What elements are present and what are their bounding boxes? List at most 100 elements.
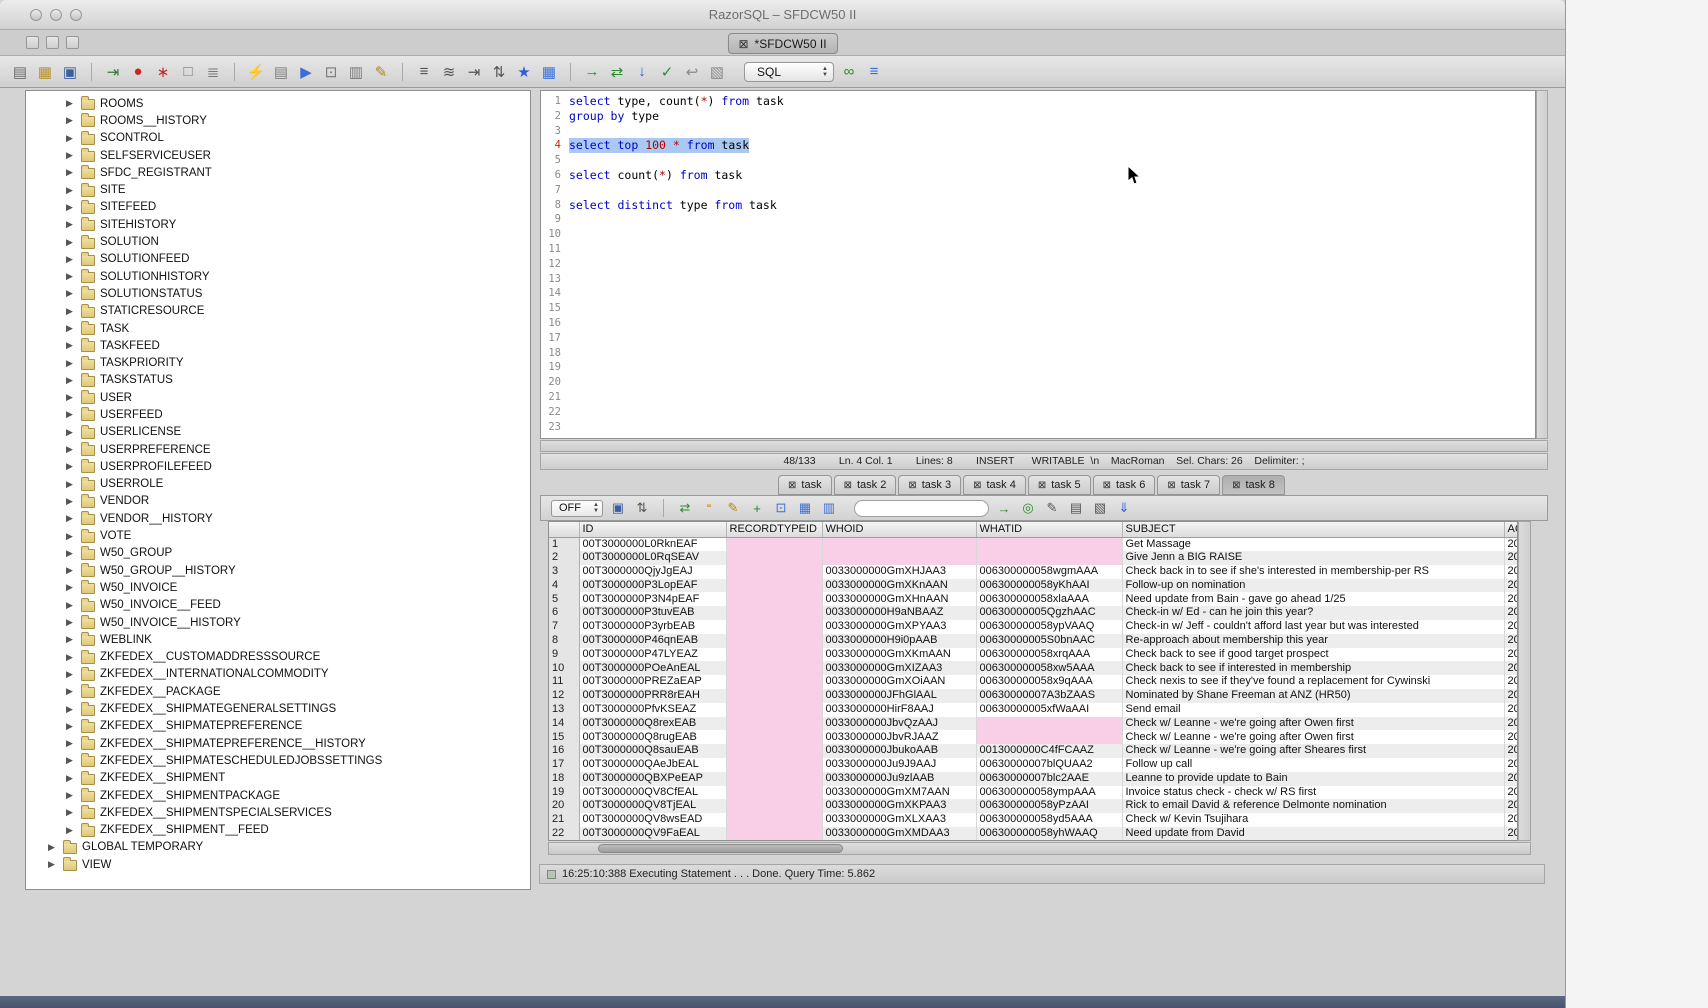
- table-cell[interactable]: 00T3000000POeAnEAL: [579, 661, 726, 675]
- filter-icon[interactable]: ⇅: [633, 499, 651, 517]
- table-cell[interactable]: [726, 758, 822, 772]
- disclosure-triangle-icon[interactable]: ▶: [48, 842, 58, 853]
- result-tab[interactable]: ⊠task 5: [1028, 475, 1091, 495]
- table-cell[interactable]: 0033000000JbvRJAAZ: [822, 730, 976, 744]
- results-grid[interactable]: IDRECORDTYPEIDWHOIDWHATIDSUBJECTAC 100T3…: [548, 521, 1518, 841]
- editor-line[interactable]: 9: [541, 212, 1535, 227]
- describe-icon[interactable]: ≡: [864, 62, 884, 82]
- table-cell[interactable]: 0033000000Ju9J9AAJ: [822, 758, 976, 772]
- result-tab[interactable]: ⊠task 7: [1157, 475, 1220, 495]
- editor-line[interactable]: 16: [541, 316, 1535, 331]
- result-tab[interactable]: ⊠task: [778, 475, 832, 495]
- disconnect-icon[interactable]: ●: [128, 62, 148, 82]
- table-cell[interactable]: 00T3000000P3yrbEAB: [579, 620, 726, 634]
- table-cell[interactable]: Follow up call: [1122, 758, 1504, 772]
- table-cell[interactable]: Check-in w/ Ed - can he join this year?: [1122, 606, 1504, 620]
- tree-item[interactable]: ▶VENDOR__HISTORY: [26, 510, 530, 527]
- table-cell[interactable]: [726, 772, 822, 786]
- table-cell[interactable]: [726, 689, 822, 703]
- table-cell[interactable]: 200: [1504, 786, 1518, 800]
- quote-icon[interactable]: “: [700, 499, 718, 517]
- tree-item[interactable]: ▶W50_INVOICE__FEED: [26, 597, 530, 614]
- table-cell[interactable]: Check w/ Leanne - we're going after Owen…: [1122, 730, 1504, 744]
- tree-item[interactable]: ▶GLOBAL TEMPORARY: [26, 839, 530, 856]
- table-cell[interactable]: 006300000058xw5AAA: [976, 661, 1122, 675]
- tree-item[interactable]: ▶ZKFEDEX__SHIPMENT: [26, 770, 530, 787]
- table-cell[interactable]: Follow-up on nomination: [1122, 579, 1504, 593]
- tree-item[interactable]: ▶SITEFEED: [26, 199, 530, 216]
- fetch-icon[interactable]: ↓: [632, 62, 652, 82]
- table-cell[interactable]: [726, 675, 822, 689]
- disclosure-triangle-icon[interactable]: ▶: [66, 167, 76, 178]
- magnifier-icon[interactable]: ◎: [1019, 499, 1037, 517]
- table-cell[interactable]: 00T3000000L0RknEAF: [579, 537, 726, 551]
- table-cell[interactable]: Check nexis to see if they've found a re…: [1122, 675, 1504, 689]
- table-cell[interactable]: [726, 799, 822, 813]
- table-cell[interactable]: 200: [1504, 772, 1518, 786]
- result-tab[interactable]: ⊠task 3: [898, 475, 961, 495]
- table-cell[interactable]: 200: [1504, 648, 1518, 662]
- table-cell[interactable]: 00T3000000P3N4pEAF: [579, 592, 726, 606]
- disclosure-triangle-icon[interactable]: ▶: [66, 271, 76, 282]
- table-cell[interactable]: 0033000000JFhGlAAL: [822, 689, 976, 703]
- table-cell[interactable]: [726, 717, 822, 731]
- table-cell[interactable]: 200: [1504, 661, 1518, 675]
- find-next-icon[interactable]: →: [995, 499, 1013, 517]
- close-tab-icon[interactable]: ⊠: [788, 480, 796, 491]
- table-cell[interactable]: 00T3000000P3LopEAF: [579, 579, 726, 593]
- validate-icon[interactable]: ✓: [657, 62, 677, 82]
- table-cell[interactable]: 0033000000GmXKmAAN: [822, 648, 976, 662]
- table-row[interactable]: 2100T3000000QV8wsEAD0033000000GmXLXAA300…: [549, 813, 1518, 827]
- table-cell[interactable]: 0033000000H9aNBAAZ: [822, 606, 976, 620]
- table-cell[interactable]: [726, 634, 822, 648]
- table-cell[interactable]: 200: [1504, 717, 1518, 731]
- table-cell[interactable]: 00T3000000P46qnEAB: [579, 634, 726, 648]
- table-cell[interactable]: 00T3000000QV8wsEAD: [579, 813, 726, 827]
- tree-item[interactable]: ▶W50_GROUP__HISTORY: [26, 562, 530, 579]
- table-cell[interactable]: [726, 579, 822, 593]
- table-cell[interactable]: 200: [1504, 565, 1518, 579]
- save-icon[interactable]: ▣: [60, 62, 80, 82]
- disclosure-triangle-icon[interactable]: ▶: [66, 582, 76, 593]
- table-row[interactable]: 1400T3000000Q8rexEAB0033000000JbvQzAAJCh…: [549, 717, 1518, 731]
- table-cell[interactable]: Check back to see if interested in membe…: [1122, 661, 1504, 675]
- align-icon[interactable]: ≋: [439, 62, 459, 82]
- editor-line[interactable]: 2group by type: [541, 109, 1535, 124]
- editor-line[interactable]: 13: [541, 272, 1535, 287]
- table-cell[interactable]: 0013000000C4fFCAAZ: [976, 744, 1122, 758]
- table-cell[interactable]: 00T3000000P47LYEAZ: [579, 648, 726, 662]
- database-icon[interactable]: ≣: [203, 62, 223, 82]
- table-cell[interactable]: [726, 661, 822, 675]
- results-horizontal-scrollbar[interactable]: [548, 842, 1531, 855]
- table-cell[interactable]: Give Jenn a BIG RAISE: [1122, 551, 1504, 565]
- disclosure-triangle-icon[interactable]: ▶: [66, 133, 76, 144]
- editor-line[interactable]: 7: [541, 183, 1535, 198]
- table-cell[interactable]: 0033000000GmXLXAA3: [822, 813, 976, 827]
- table-cell[interactable]: [726, 565, 822, 579]
- tree-item[interactable]: ▶TASKSTATUS: [26, 372, 530, 389]
- editor-line[interactable]: 15: [541, 301, 1535, 316]
- table-cell[interactable]: Need update from Bain - gave go ahead 1/…: [1122, 592, 1504, 606]
- table-cell[interactable]: 200: [1504, 689, 1518, 703]
- table-cell[interactable]: 006300000058yd5AAA: [976, 813, 1122, 827]
- execute-sql-icon[interactable]: ⚡: [246, 62, 266, 82]
- copy-rows-icon[interactable]: ⊡: [772, 499, 790, 517]
- table-cell[interactable]: Check w/ Kevin Tsujihara: [1122, 813, 1504, 827]
- format-sql-icon[interactable]: ≡: [414, 62, 434, 82]
- commit-icon[interactable]: □: [178, 62, 198, 82]
- disclosure-triangle-icon[interactable]: ▶: [66, 773, 76, 784]
- table-cell[interactable]: [726, 730, 822, 744]
- table-cell[interactable]: 00630000007blQUAA2: [976, 758, 1122, 772]
- tree-item[interactable]: ▶SOLUTIONSTATUS: [26, 285, 530, 302]
- table-cell[interactable]: 006300000058xlaAAA: [976, 592, 1122, 606]
- disclosure-triangle-icon[interactable]: ▶: [66, 444, 76, 455]
- tree-item[interactable]: ▶ZKFEDEX__CUSTOMADDRESSSOURCE: [26, 649, 530, 666]
- disclosure-triangle-icon[interactable]: ▶: [66, 565, 76, 576]
- disclosure-triangle-icon[interactable]: ▶: [66, 513, 76, 524]
- new-file-icon[interactable]: ▤: [10, 62, 30, 82]
- connect-icon[interactable]: ⇥: [103, 62, 123, 82]
- table-row[interactable]: 1600T3000000Q8sauEAB0033000000JbukoAAB00…: [549, 744, 1518, 758]
- table-row[interactable]: 1700T3000000QAeJbEAL0033000000Ju9J9AAJ00…: [549, 758, 1518, 772]
- tree-item[interactable]: ▶TASK: [26, 320, 530, 337]
- scrollbar-thumb[interactable]: [598, 844, 843, 853]
